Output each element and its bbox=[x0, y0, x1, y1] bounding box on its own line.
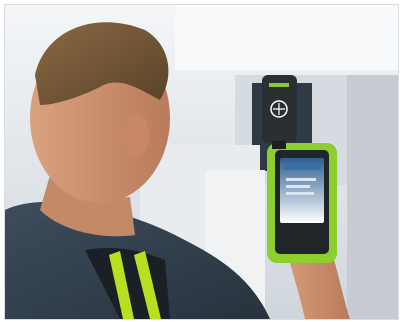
handheld-tester-device bbox=[267, 143, 337, 263]
office-scene-photo bbox=[5, 5, 398, 319]
screen-line-1 bbox=[286, 178, 316, 181]
ceiling-light bbox=[175, 5, 398, 70]
ear bbox=[125, 113, 149, 157]
photo-frame bbox=[4, 4, 399, 320]
screen-header-bar bbox=[283, 163, 321, 170]
pillar bbox=[347, 75, 398, 319]
adapter-logo-bar bbox=[269, 83, 289, 87]
adapter-mount bbox=[272, 141, 286, 149]
screen-line-3 bbox=[286, 192, 314, 195]
wireless-adapter bbox=[262, 75, 297, 149]
screen-line-2 bbox=[286, 185, 310, 188]
